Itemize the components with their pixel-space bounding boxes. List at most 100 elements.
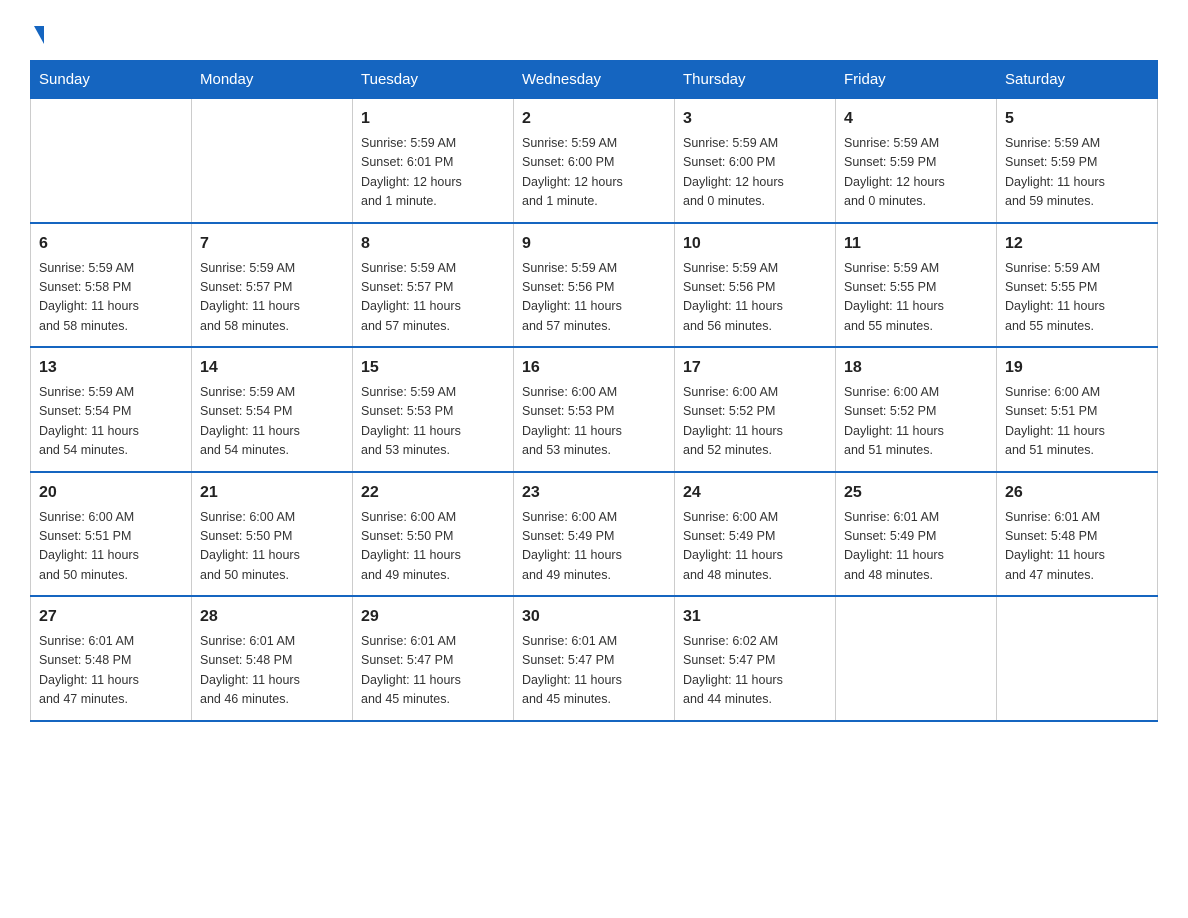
day-number: 6 [39, 232, 183, 256]
day-number: 1 [361, 107, 505, 131]
day-info: Sunrise: 5:59 AM Sunset: 5:57 PM Dayligh… [200, 259, 344, 337]
calendar-cell: 5 Sunrise: 5:59 AM Sunset: 5:59 PM Daylig… [997, 99, 1158, 223]
calendar-cell: 7 Sunrise: 5:59 AM Sunset: 5:57 PM Daylig… [192, 223, 353, 348]
day-info: Sunrise: 6:01 AM Sunset: 5:48 PM Dayligh… [39, 632, 183, 710]
day-info: Sunrise: 5:59 AM Sunset: 5:59 PM Dayligh… [1005, 134, 1149, 212]
day-number: 8 [361, 232, 505, 256]
day-number: 2 [522, 107, 666, 131]
header-cell-saturday: Saturday [997, 61, 1158, 99]
calendar-cell: 12 Sunrise: 5:59 AM Sunset: 5:55 PM Dayli… [997, 223, 1158, 348]
calendar-cell: 13 Sunrise: 5:59 AM Sunset: 5:54 PM Dayli… [31, 347, 192, 472]
day-info: Sunrise: 6:00 AM Sunset: 5:50 PM Dayligh… [200, 508, 344, 586]
header-cell-tuesday: Tuesday [353, 61, 514, 99]
calendar-cell: 31 Sunrise: 6:02 AM Sunset: 5:47 PM Dayli… [675, 596, 836, 721]
day-info: Sunrise: 6:01 AM Sunset: 5:47 PM Dayligh… [361, 632, 505, 710]
day-info: Sunrise: 5:59 AM Sunset: 5:55 PM Dayligh… [844, 259, 988, 337]
header-row: SundayMondayTuesdayWednesdayThursdayFrid… [31, 61, 1158, 99]
day-number: 20 [39, 481, 183, 505]
calendar-table: SundayMondayTuesdayWednesdayThursdayFrid… [30, 60, 1158, 722]
logo-triangle-icon [34, 26, 44, 44]
calendar-cell: 27 Sunrise: 6:01 AM Sunset: 5:48 PM Dayli… [31, 596, 192, 721]
day-info: Sunrise: 5:59 AM Sunset: 5:55 PM Dayligh… [1005, 259, 1149, 337]
header-cell-friday: Friday [836, 61, 997, 99]
header-cell-monday: Monday [192, 61, 353, 99]
day-info: Sunrise: 5:59 AM Sunset: 5:58 PM Dayligh… [39, 259, 183, 337]
day-number: 19 [1005, 356, 1149, 380]
day-info: Sunrise: 6:01 AM Sunset: 5:49 PM Dayligh… [844, 508, 988, 586]
day-info: Sunrise: 5:59 AM Sunset: 6:00 PM Dayligh… [522, 134, 666, 212]
day-info: Sunrise: 6:00 AM Sunset: 5:50 PM Dayligh… [361, 508, 505, 586]
calendar-cell: 16 Sunrise: 6:00 AM Sunset: 5:53 PM Dayli… [514, 347, 675, 472]
calendar-cell: 2 Sunrise: 5:59 AM Sunset: 6:00 PM Daylig… [514, 99, 675, 223]
calendar-cell: 22 Sunrise: 6:00 AM Sunset: 5:50 PM Dayli… [353, 472, 514, 597]
day-info: Sunrise: 5:59 AM Sunset: 6:01 PM Dayligh… [361, 134, 505, 212]
day-number: 4 [844, 107, 988, 131]
day-info: Sunrise: 5:59 AM Sunset: 6:00 PM Dayligh… [683, 134, 827, 212]
day-number: 7 [200, 232, 344, 256]
day-info: Sunrise: 6:00 AM Sunset: 5:52 PM Dayligh… [683, 383, 827, 461]
day-number: 13 [39, 356, 183, 380]
day-number: 11 [844, 232, 988, 256]
header-cell-sunday: Sunday [31, 61, 192, 99]
calendar-cell: 8 Sunrise: 5:59 AM Sunset: 5:57 PM Daylig… [353, 223, 514, 348]
day-info: Sunrise: 6:00 AM Sunset: 5:51 PM Dayligh… [1005, 383, 1149, 461]
calendar-week-3: 13 Sunrise: 5:59 AM Sunset: 5:54 PM Dayli… [31, 347, 1158, 472]
calendar-cell: 10 Sunrise: 5:59 AM Sunset: 5:56 PM Dayli… [675, 223, 836, 348]
day-info: Sunrise: 6:01 AM Sunset: 5:47 PM Dayligh… [522, 632, 666, 710]
day-info: Sunrise: 6:00 AM Sunset: 5:51 PM Dayligh… [39, 508, 183, 586]
day-info: Sunrise: 6:02 AM Sunset: 5:47 PM Dayligh… [683, 632, 827, 710]
day-info: Sunrise: 5:59 AM Sunset: 5:57 PM Dayligh… [361, 259, 505, 337]
header [30, 20, 1158, 44]
calendar-cell: 17 Sunrise: 6:00 AM Sunset: 5:52 PM Dayli… [675, 347, 836, 472]
calendar-cell: 14 Sunrise: 5:59 AM Sunset: 5:54 PM Dayli… [192, 347, 353, 472]
day-info: Sunrise: 5:59 AM Sunset: 5:53 PM Dayligh… [361, 383, 505, 461]
day-info: Sunrise: 6:01 AM Sunset: 5:48 PM Dayligh… [200, 632, 344, 710]
header-cell-thursday: Thursday [675, 61, 836, 99]
day-number: 28 [200, 605, 344, 629]
day-number: 18 [844, 356, 988, 380]
calendar-body: 1 Sunrise: 5:59 AM Sunset: 6:01 PM Daylig… [31, 99, 1158, 721]
calendar-cell: 29Sunrise: 6:01 AM Sunset: 5:47 PM Dayli… [353, 596, 514, 721]
day-info: Sunrise: 6:00 AM Sunset: 5:49 PM Dayligh… [683, 508, 827, 586]
day-info: Sunrise: 6:00 AM Sunset: 5:53 PM Dayligh… [522, 383, 666, 461]
day-number: 21 [200, 481, 344, 505]
day-number: 10 [683, 232, 827, 256]
calendar-cell [31, 99, 192, 223]
calendar-header: SundayMondayTuesdayWednesdayThursdayFrid… [31, 61, 1158, 99]
day-number: 31 [683, 605, 827, 629]
day-number: 5 [1005, 107, 1149, 131]
logo [30, 20, 44, 44]
day-number: 12 [1005, 232, 1149, 256]
calendar-cell: 28 Sunrise: 6:01 AM Sunset: 5:48 PM Dayli… [192, 596, 353, 721]
day-number: 17 [683, 356, 827, 380]
day-number: 3 [683, 107, 827, 131]
day-number: 30 [522, 605, 666, 629]
day-info: Sunrise: 5:59 AM Sunset: 5:54 PM Dayligh… [200, 383, 344, 461]
calendar-cell [836, 596, 997, 721]
day-info: Sunrise: 6:00 AM Sunset: 5:49 PM Dayligh… [522, 508, 666, 586]
day-info: Sunrise: 5:59 AM Sunset: 5:54 PM Dayligh… [39, 383, 183, 461]
calendar-cell: 11 Sunrise: 5:59 AM Sunset: 5:55 PM Dayli… [836, 223, 997, 348]
day-info: Sunrise: 5:59 AM Sunset: 5:56 PM Dayligh… [522, 259, 666, 337]
calendar-cell: 9Sunrise: 5:59 AM Sunset: 5:56 PM Daylig… [514, 223, 675, 348]
day-info: Sunrise: 6:00 AM Sunset: 5:52 PM Dayligh… [844, 383, 988, 461]
day-number: 22 [361, 481, 505, 505]
calendar-cell: 30 Sunrise: 6:01 AM Sunset: 5:47 PM Dayli… [514, 596, 675, 721]
day-number: 14 [200, 356, 344, 380]
day-number: 26 [1005, 481, 1149, 505]
calendar-cell: 3 Sunrise: 5:59 AM Sunset: 6:00 PM Daylig… [675, 99, 836, 223]
calendar-cell: 21 Sunrise: 6:00 AM Sunset: 5:50 PM Dayli… [192, 472, 353, 597]
calendar-cell: 24Sunrise: 6:00 AM Sunset: 5:49 PM Dayli… [675, 472, 836, 597]
calendar-cell: 6 Sunrise: 5:59 AM Sunset: 5:58 PM Daylig… [31, 223, 192, 348]
calendar-cell: 19 Sunrise: 6:00 AM Sunset: 5:51 PM Dayli… [997, 347, 1158, 472]
day-info: Sunrise: 5:59 AM Sunset: 5:59 PM Dayligh… [844, 134, 988, 212]
calendar-week-1: 1 Sunrise: 5:59 AM Sunset: 6:01 PM Daylig… [31, 99, 1158, 223]
calendar-cell: 1 Sunrise: 5:59 AM Sunset: 6:01 PM Daylig… [353, 99, 514, 223]
calendar-cell: 15 Sunrise: 5:59 AM Sunset: 5:53 PM Dayli… [353, 347, 514, 472]
day-number: 15 [361, 356, 505, 380]
day-info: Sunrise: 5:59 AM Sunset: 5:56 PM Dayligh… [683, 259, 827, 337]
day-number: 27 [39, 605, 183, 629]
calendar-week-4: 20 Sunrise: 6:00 AM Sunset: 5:51 PM Dayli… [31, 472, 1158, 597]
calendar-cell [997, 596, 1158, 721]
day-number: 16 [522, 356, 666, 380]
